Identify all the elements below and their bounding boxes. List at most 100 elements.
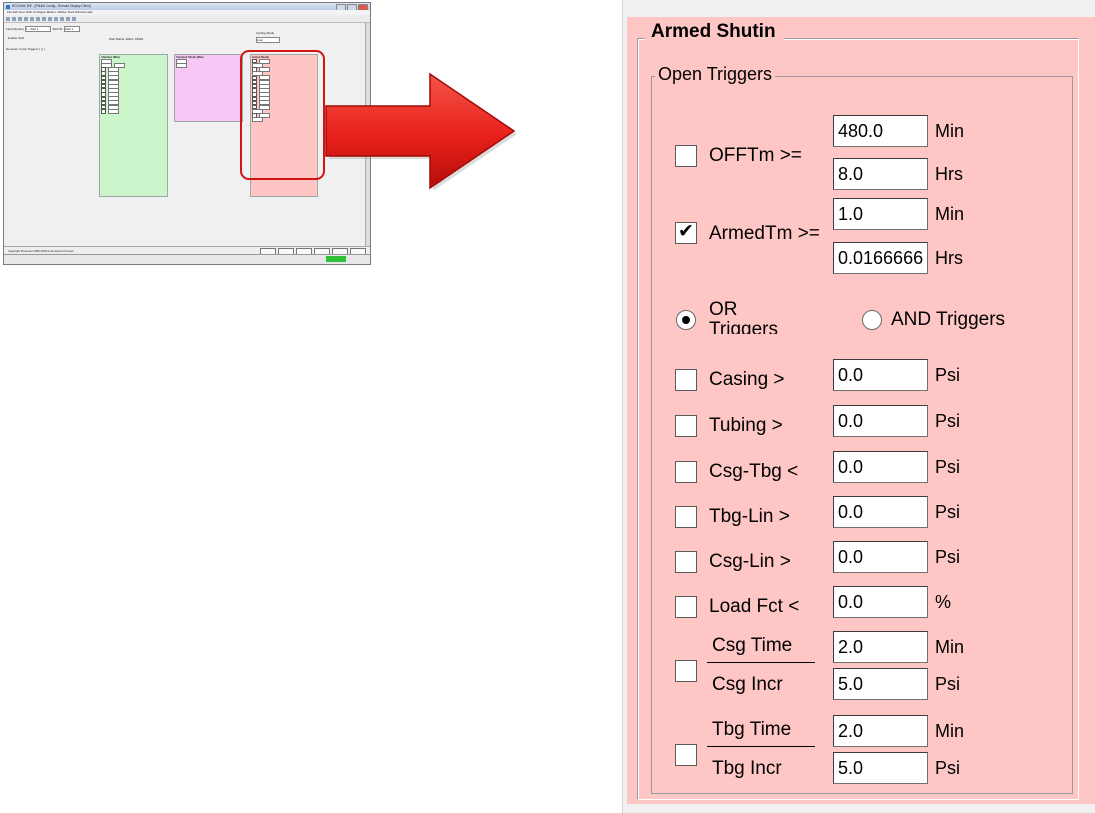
- csg-time-input[interactable]: 2.0: [833, 631, 928, 663]
- cycling-mode-select[interactable]: Auto: [256, 37, 280, 43]
- csg-incr-input[interactable]: 5.0: [833, 668, 928, 700]
- csg-tbg-checkbox[interactable]: [675, 461, 697, 483]
- offtm-hrs-unit: Hrs: [935, 164, 963, 184]
- tbg-fraction-line: [707, 746, 815, 747]
- offtm-label: OFFTm >=: [709, 145, 802, 166]
- open-triggers-title: Open Triggers: [655, 64, 776, 85]
- or-triggers-radio[interactable]: [676, 310, 696, 330]
- tbg-incr-input[interactable]: 5.0: [833, 752, 928, 784]
- highlight-callout: [240, 50, 325, 180]
- tubing-checkbox[interactable]: [675, 415, 697, 437]
- or-triggers-label: OR Triggers: [709, 300, 778, 334]
- csg-lin-label: Csg-Lin >: [709, 551, 791, 572]
- copyright-text: Copyright Protected 1996-2016 by Emerson…: [8, 249, 74, 253]
- and-triggers-label: AND Triggers: [891, 309, 1006, 330]
- tubing-unit: Psi: [935, 411, 961, 431]
- enable-well-checkbox[interactable]: Enable Well: [8, 36, 24, 40]
- csg-fraction-line: [707, 662, 815, 663]
- well-id-input[interactable]: Well 1: [63, 26, 80, 32]
- field-number-value: 1 - Well 1: [25, 27, 39, 31]
- load-fct-unit: %: [935, 592, 952, 612]
- app-icon: [6, 4, 10, 9]
- offtm-min-unit: Min: [935, 121, 965, 141]
- armedtm-checkbox[interactable]: [675, 220, 697, 244]
- offtm-min-input[interactable]: 480.0: [833, 115, 928, 147]
- mini-row: [176, 62, 241, 68]
- armed-shutin-title: Armed Shutin: [645, 21, 784, 43]
- armedtm-label: ArmedTm >=: [709, 223, 820, 244]
- armedtm-min-input[interactable]: 1.0: [833, 198, 928, 230]
- zoomed-view: Armed Shutin Open Triggers OFFTm >= 480.…: [622, 0, 1095, 813]
- connect-icon[interactable]: [54, 16, 58, 21]
- mini-row: [101, 108, 166, 114]
- afterflow-panel: Afterflow (Max): [99, 54, 168, 197]
- armedtm-hrs-input[interactable]: 0.0166666: [833, 242, 928, 274]
- armedtm-min-unit: Min: [935, 204, 965, 224]
- mini-input[interactable]: [176, 62, 187, 68]
- tubing-input[interactable]: 0.0: [833, 405, 928, 437]
- offtm-checkbox[interactable]: [675, 145, 697, 167]
- status-bar: [4, 254, 370, 264]
- csg-lin-input[interactable]: 0.0: [833, 541, 928, 573]
- csg-time-unit: Min: [935, 637, 965, 657]
- field-number-row: Field Number 1 - Well 1 Well ID: Well 1: [6, 26, 80, 32]
- tbg-lin-unit: Psi: [935, 502, 961, 522]
- offtm-hrs-input[interactable]: 8.0: [833, 158, 928, 190]
- save-icon[interactable]: [18, 16, 22, 21]
- load-fct-input[interactable]: 0.0: [833, 586, 928, 618]
- tbg-lin-input[interactable]: 0.0: [833, 496, 928, 528]
- mini-input[interactable]: [107, 108, 119, 114]
- casing-input[interactable]: 0.0: [833, 359, 928, 391]
- tubing-label: Tubing >: [709, 415, 783, 436]
- armedtm-hrs-unit: Hrs: [935, 248, 963, 268]
- field-number-select[interactable]: 1 - Well 1: [24, 26, 51, 32]
- well-id-label: Well ID:: [52, 26, 63, 31]
- copy-icon[interactable]: [30, 16, 34, 21]
- csg-tbg-unit: Psi: [935, 457, 961, 477]
- tab-strip[interactable]: General | Cycle Triggers | | | |: [6, 47, 45, 51]
- load-fct-checkbox[interactable]: [675, 596, 697, 618]
- connection-status-indicator: [326, 256, 346, 262]
- csg-tbg-label: Csg-Tbg <: [709, 461, 799, 482]
- csg-tbg-input[interactable]: 0.0: [833, 451, 928, 483]
- tbg-time-label: Tbg Time: [712, 719, 792, 740]
- cycling-mode-label: Cycling Mode: [256, 31, 275, 35]
- casing-unit: Psi: [935, 365, 961, 385]
- csg-incr-unit: Psi: [935, 674, 961, 694]
- tbg-lin-checkbox[interactable]: [675, 506, 697, 528]
- print-icon[interactable]: [42, 16, 46, 21]
- open-icon[interactable]: [12, 16, 16, 21]
- casing-checkbox[interactable]: [675, 369, 697, 391]
- well-status-text: Well Status: WELL OPEN: [109, 37, 144, 41]
- cycling-mode-value: Auto: [257, 38, 264, 42]
- csg-time-label: Csg Time: [712, 635, 793, 656]
- graph-icon[interactable]: [72, 16, 76, 21]
- toolbar: [4, 15, 370, 23]
- mini-checkbox[interactable]: [101, 109, 106, 114]
- new-icon[interactable]: [6, 16, 10, 21]
- load-fct-label: Load Fct <: [709, 596, 800, 617]
- and-triggers-radio[interactable]: [862, 310, 882, 330]
- paste-icon[interactable]: [36, 16, 40, 21]
- tbg-rate-checkbox[interactable]: [675, 744, 697, 766]
- csg-incr-label: Csg Incr: [712, 674, 783, 695]
- tbg-lin-label: Tbg-Lin >: [709, 506, 790, 527]
- window-title: ROCDNK B/E - [PM&M Config - Remote Displ…: [12, 4, 91, 8]
- armed-shutin-panel: Armed Shutin Open Triggers OFFTm >= 480.…: [627, 17, 1095, 804]
- tbg-time-unit: Min: [935, 721, 965, 741]
- unarmed-shutin-panel: Unarmed Shutin (Max): [174, 54, 243, 122]
- refresh-icon[interactable]: [66, 16, 70, 21]
- tbg-incr-label: Tbg Incr: [712, 758, 782, 779]
- field-number-label: Field Number: [6, 26, 25, 31]
- help-icon[interactable]: [48, 16, 52, 21]
- cut-icon[interactable]: [24, 16, 28, 21]
- tbg-time-input[interactable]: 2.0: [833, 715, 928, 747]
- disconnect-icon[interactable]: [60, 16, 64, 21]
- csg-lin-unit: Psi: [935, 547, 961, 567]
- csg-lin-checkbox[interactable]: [675, 551, 697, 573]
- csg-rate-checkbox[interactable]: [675, 660, 697, 682]
- right-arrow-icon: [325, 72, 517, 191]
- well-id-value: Well 1: [64, 27, 74, 31]
- window-titlebar: ROCDNK B/E - [PM&M Config - Remote Displ…: [4, 3, 370, 11]
- tbg-incr-unit: Psi: [935, 758, 961, 778]
